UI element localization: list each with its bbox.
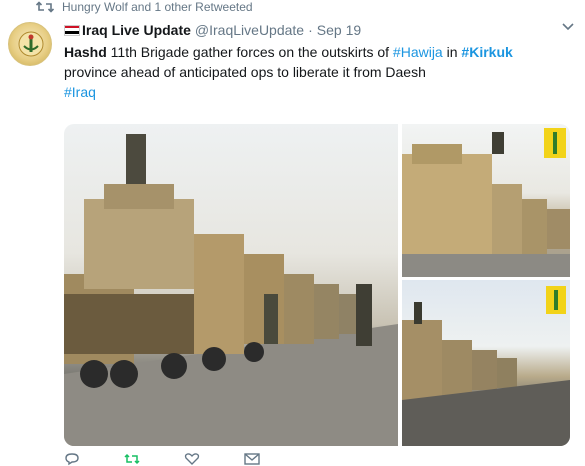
retweet-context-text[interactable]: Hungry Wolf and 1 other Retweeted — [62, 0, 253, 14]
separator-dot: · — [308, 22, 313, 38]
like-button[interactable] — [184, 452, 204, 466]
tweet-date[interactable]: Sep 19 — [317, 22, 361, 38]
display-name[interactable]: Iraq Live Update — [82, 22, 191, 38]
heart-icon — [184, 453, 200, 465]
reply-button[interactable] — [64, 452, 84, 466]
retweet-icon — [124, 453, 140, 465]
direct-message-button[interactable] — [244, 452, 264, 466]
hashtag-iraq[interactable]: #Iraq — [64, 84, 96, 100]
hashtag-hawija[interactable]: #Hawija — [393, 44, 443, 60]
tweet-actions — [64, 452, 304, 466]
iraq-flag-icon — [64, 24, 80, 36]
tweet-text-part1: 11th Brigade gather forces on the outski… — [106, 44, 393, 60]
chevron-down-icon[interactable] — [561, 22, 575, 32]
tweet-lead-word: Hashd — [64, 44, 107, 60]
reply-icon — [65, 453, 79, 466]
tweet-text: Hashd 11th Brigade gather forces on the … — [64, 42, 569, 102]
retweet-button[interactable] — [124, 452, 144, 466]
tweet-header: Iraq Live Update @IraqLiveUpdate · Sep 1… — [64, 22, 361, 38]
envelope-icon — [244, 453, 260, 465]
retweet-context: Hungry Wolf and 1 other Retweeted — [35, 0, 253, 14]
hashd-emblem-icon — [18, 31, 44, 57]
user-handle[interactable]: @IraqLiveUpdate — [195, 22, 304, 38]
photo-bottom-right[interactable] — [402, 280, 570, 446]
tweet-text-part2: in — [442, 44, 462, 60]
tweet-media — [64, 124, 570, 446]
photo-top-right[interactable] — [402, 124, 570, 277]
retweet-icon — [35, 1, 55, 13]
hashtag-kirkuk[interactable]: #Kirkuk — [461, 44, 512, 60]
avatar[interactable] — [8, 22, 52, 66]
photo-main[interactable] — [64, 124, 398, 446]
tweet-text-part3: province ahead of anticipated ops to lib… — [64, 64, 426, 80]
